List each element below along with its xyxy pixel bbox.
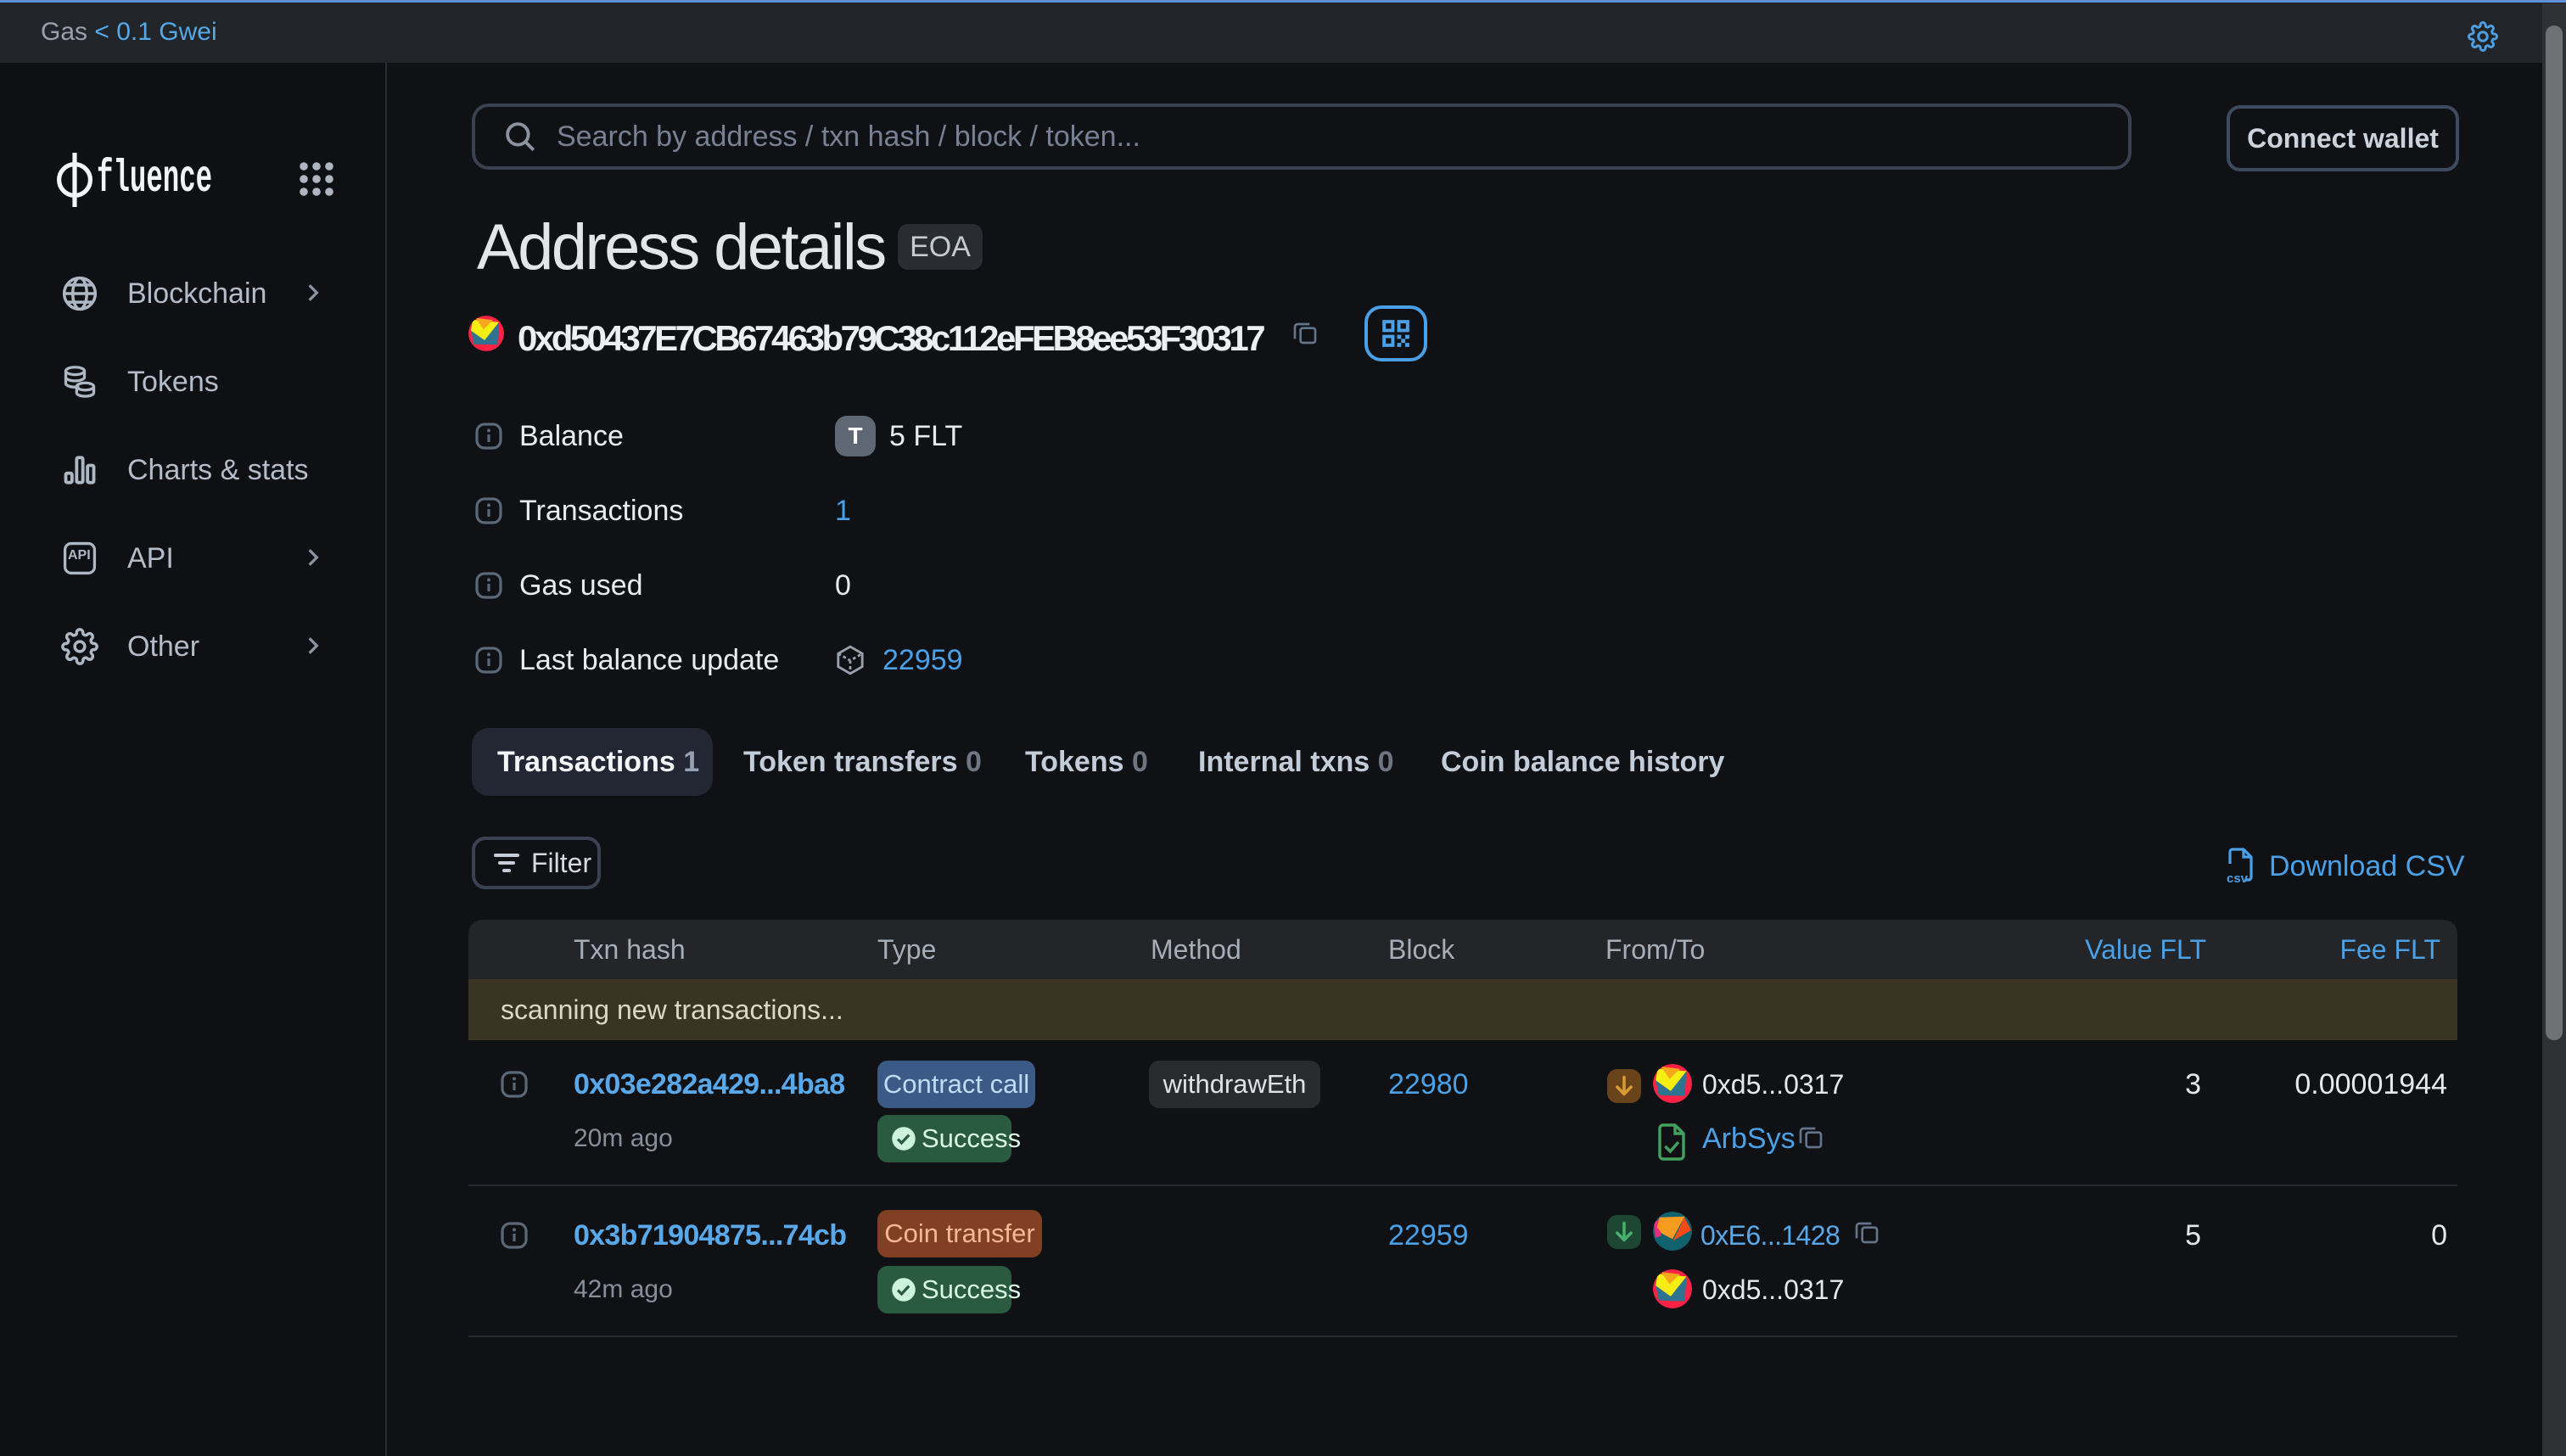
svg-text:csv: csv [2227,871,2249,886]
